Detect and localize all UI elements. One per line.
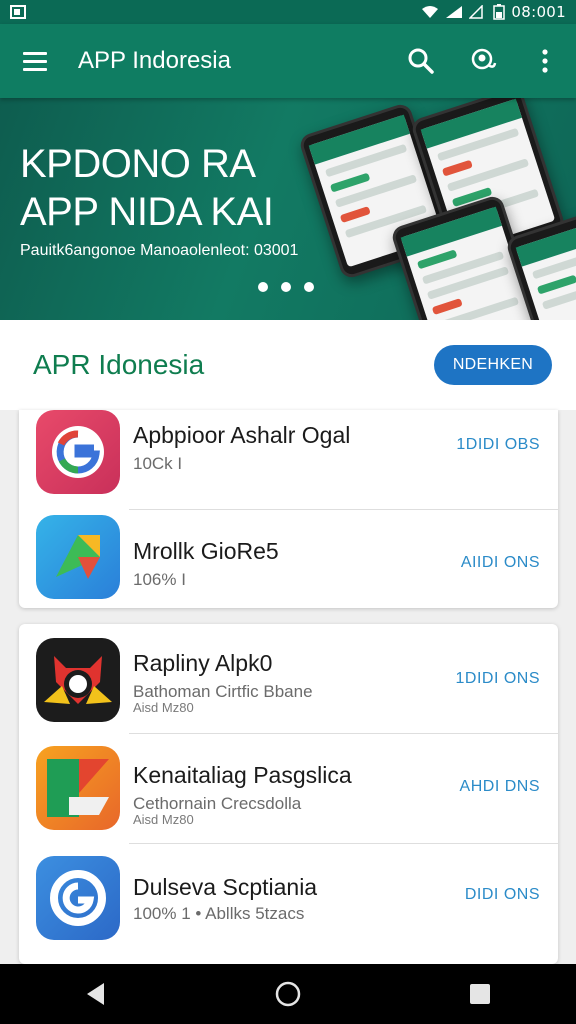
wifi-icon xyxy=(422,6,439,18)
install-button[interactable]: 1DIDI ONS xyxy=(455,670,540,688)
notification-icon xyxy=(10,5,26,19)
app-meta-secondary: Aisd Mz80 xyxy=(133,812,194,827)
signal-icon xyxy=(446,6,463,18)
app-bar: APP Indoresia xyxy=(0,24,576,98)
status-bar: 08:001 xyxy=(0,0,576,24)
carousel-dot[interactable] xyxy=(304,282,314,292)
back-button[interactable] xyxy=(66,964,126,1024)
battery-icon xyxy=(493,4,506,20)
app-meta: 106% I xyxy=(133,570,186,589)
carousel-indicator xyxy=(258,282,314,292)
hamburger-menu-icon[interactable] xyxy=(0,24,70,98)
signal-alt-icon xyxy=(469,5,484,19)
maps-icon xyxy=(36,515,120,599)
app-name: Dulseva Scptiania xyxy=(133,874,318,900)
fox-icon xyxy=(36,638,120,722)
account-icon xyxy=(471,48,497,70)
app-list-card: Rapliny Alpk0 Bathoman Cirtfic Bbane Ais… xyxy=(19,624,558,964)
recents-button[interactable] xyxy=(450,964,510,1024)
app-list-item[interactable]: Rapliny Alpk0 Bathoman Cirtfic Bbane Ais… xyxy=(19,624,558,734)
app-list-item[interactable]: Mrollk GioRe5 106% I AIIDI ONS xyxy=(19,510,558,610)
app-name: Mrollk GioRe5 xyxy=(133,538,279,564)
app-list-item[interactable]: Apbpioor Ashalr Ogal 10Ck I 1DIDI OBS xyxy=(19,410,558,510)
app-list-card: Apbpioor Ashalr Ogal 10Ck I 1DIDI OBS Mr… xyxy=(19,410,558,608)
section-title: APR Idonesia xyxy=(33,349,205,380)
carousel-dot[interactable] xyxy=(281,282,291,292)
app-list-item[interactable]: Kenaitaliag Pasgslica Cethornain Crecsdo… xyxy=(19,734,558,844)
carousel-dot[interactable] xyxy=(258,282,268,292)
status-time: 08:001 xyxy=(511,3,566,21)
app-meta: Cethornain Crecsdolla xyxy=(133,794,302,813)
home-circle-icon xyxy=(275,981,301,1007)
system-nav-bar xyxy=(0,964,576,1024)
install-button[interactable]: AHDI DNS xyxy=(460,778,540,796)
app-title: APP Indoresia xyxy=(78,47,231,74)
app-meta: 100% 1 • Abllks 5tzacs xyxy=(133,904,305,923)
section-action-button[interactable]: NDEHKEN xyxy=(434,345,552,385)
recents-square-icon xyxy=(470,984,490,1004)
promo-banner[interactable]: KPDONO RA APP NIDA KAI Pauitk6angonoe Ma… xyxy=(0,98,576,320)
back-triangle-icon xyxy=(87,983,104,1005)
install-button[interactable]: AIIDI ONS xyxy=(461,554,540,572)
app-list-item[interactable]: Dulseva Scptiania 100% 1 • Abllks 5tzacs… xyxy=(19,844,558,954)
app-name: Rapliny Alpk0 xyxy=(133,650,273,676)
app-bar-actions xyxy=(390,24,576,98)
app-meta: 10Ck I xyxy=(133,454,183,473)
g-logo-icon xyxy=(36,410,120,494)
search-icon xyxy=(408,48,434,74)
account-button[interactable] xyxy=(452,24,514,98)
banner-title-line1: KPDONO RA xyxy=(20,142,256,186)
install-button[interactable]: DIDI ONS xyxy=(465,886,540,904)
home-button[interactable] xyxy=(258,964,318,1024)
section-header: APR Idonesia NDEHKEN xyxy=(0,320,576,410)
spiral-icon xyxy=(36,856,120,940)
shapes-icon xyxy=(36,746,120,830)
app-meta-secondary: Aisd Mz80 xyxy=(133,700,194,715)
status-indicators: 08:001 xyxy=(421,3,566,21)
more-vert-icon xyxy=(542,49,548,73)
install-button[interactable]: 1DIDI OBS xyxy=(456,436,540,454)
banner-title: KPDONO RA APP NIDA KAI xyxy=(20,140,320,236)
app-name: Kenaitaliag Pasgslica xyxy=(133,762,352,788)
app-meta: Bathoman Cirtfic Bbane xyxy=(133,682,313,701)
app-name: Apbpioor Ashalr Ogal xyxy=(133,422,351,448)
search-button[interactable] xyxy=(390,24,452,98)
more-options-button[interactable] xyxy=(514,24,576,98)
banner-subtitle: Pauitk6angonoe Manoaolenleot: 03001 xyxy=(20,242,299,259)
banner-title-line2: APP NIDA KAI xyxy=(20,190,274,234)
